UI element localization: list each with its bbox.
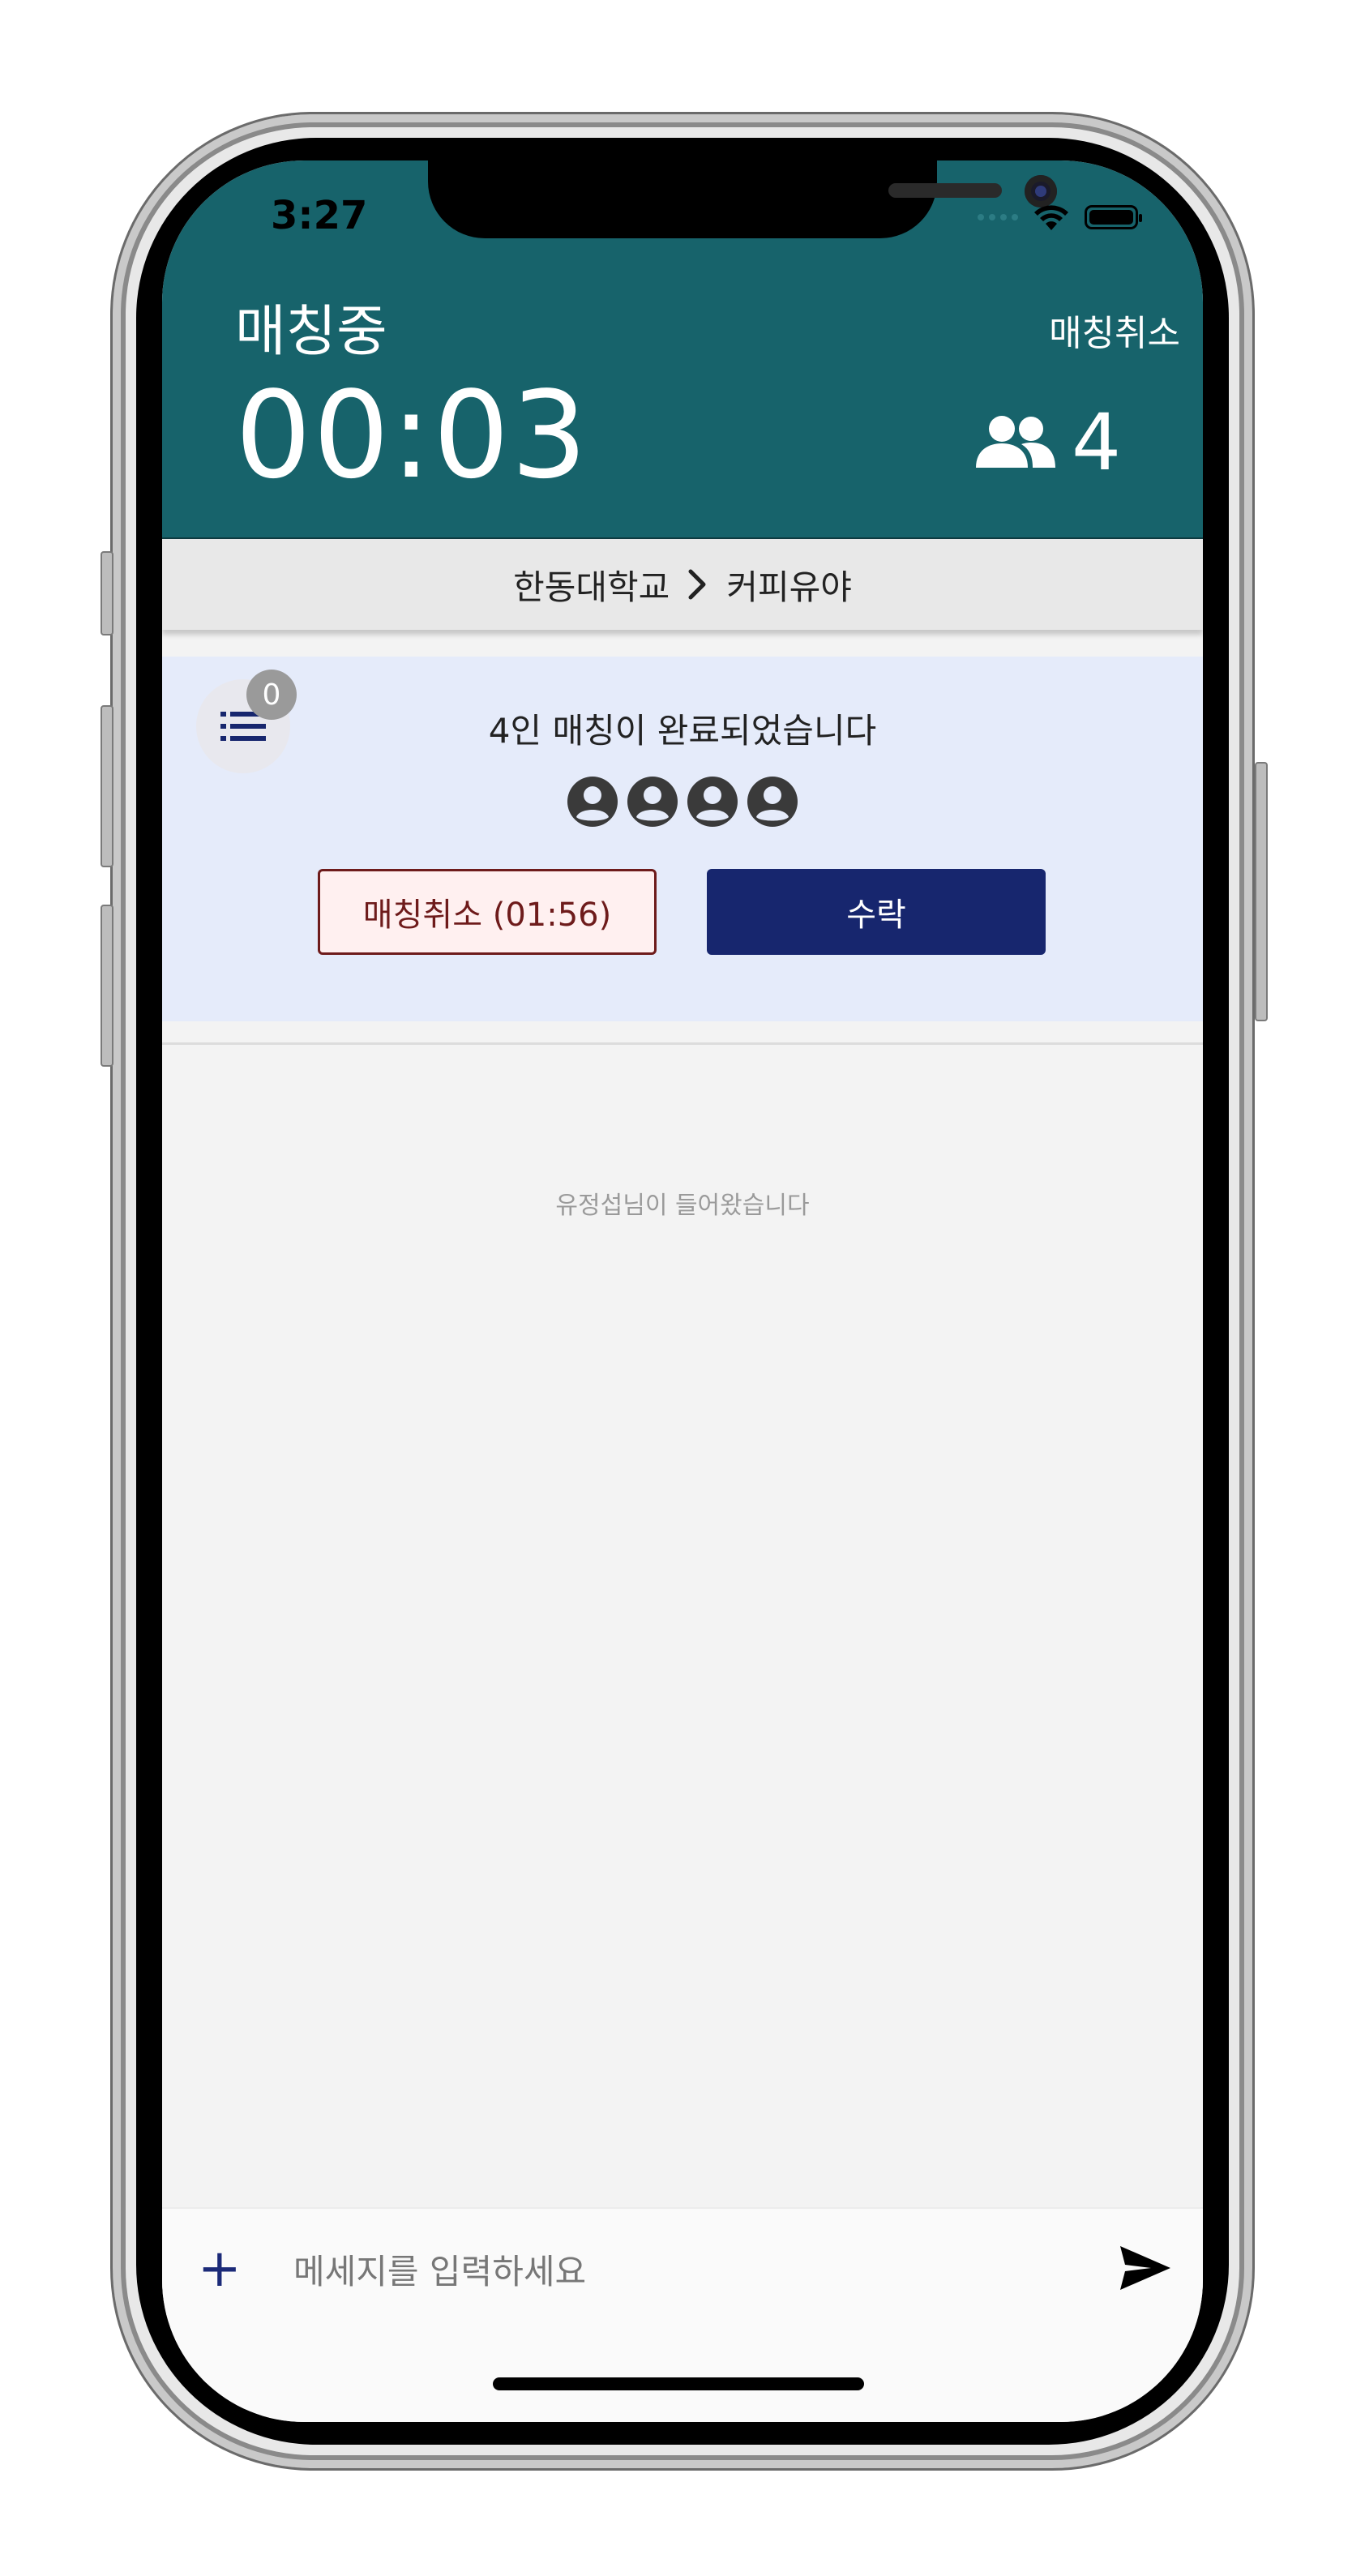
divider: [162, 1042, 1203, 1045]
avatar-icon: [747, 777, 798, 827]
match-complete-panel: 0 4인 매칭이 완료되었습니다 매칭취소 (01:56) 수락: [162, 657, 1203, 1021]
status-time: 3:27: [271, 193, 368, 238]
send-icon[interactable]: [1119, 2244, 1172, 2291]
cancel-matching-link[interactable]: 매칭취소: [1049, 304, 1180, 356]
breadcrumb: 한동대학교 커피유야: [162, 539, 1203, 630]
match-complete-message: 4인 매칭이 완료되었습니다: [488, 711, 877, 751]
home-indicator: [493, 2377, 864, 2390]
mute-switch: [101, 551, 113, 635]
notch: [428, 160, 1057, 238]
system-message: 유정섭님이 들어왔습니다: [555, 1192, 810, 1220]
breadcrumb-destination: 커피유야: [726, 567, 852, 607]
participant-count: 4: [973, 404, 1121, 481]
message-input[interactable]: [292, 2238, 1025, 2304]
avatar-icon: [687, 777, 738, 827]
page-title: 매칭중: [235, 300, 387, 364]
avatar-icon: [627, 777, 678, 827]
avatar-icon: [567, 777, 618, 827]
breadcrumb-origin: 한동대학교: [513, 567, 670, 607]
signal-icon: [978, 214, 1018, 220]
people-icon: [976, 416, 1055, 468]
cancel-match-button[interactable]: 매칭취소 (01:56): [318, 869, 657, 955]
add-attachment-icon[interactable]: +: [198, 2243, 242, 2295]
accept-button[interactable]: 수락: [707, 869, 1046, 955]
matching-header: 3:27 매칭중 매칭취소 00:03 4: [162, 160, 1203, 540]
participant-count-value: 4: [1072, 397, 1122, 488]
status-icons: [978, 203, 1142, 232]
volume-down-button: [101, 905, 113, 1067]
power-button: [1255, 762, 1268, 1021]
avatar-group: [162, 777, 1203, 827]
speaker-grille: [888, 183, 1002, 198]
app-screen: 3:27 매칭중 매칭취소 00:03 4 한동대학교 커피유야 0 4인 매칭…: [162, 160, 1203, 2422]
volume-up-button: [101, 705, 113, 867]
matching-timer: 00:03: [235, 366, 589, 505]
battery-icon: [1085, 205, 1142, 229]
chevron-right-icon: [688, 569, 706, 600]
wifi-icon: [1034, 205, 1068, 230]
